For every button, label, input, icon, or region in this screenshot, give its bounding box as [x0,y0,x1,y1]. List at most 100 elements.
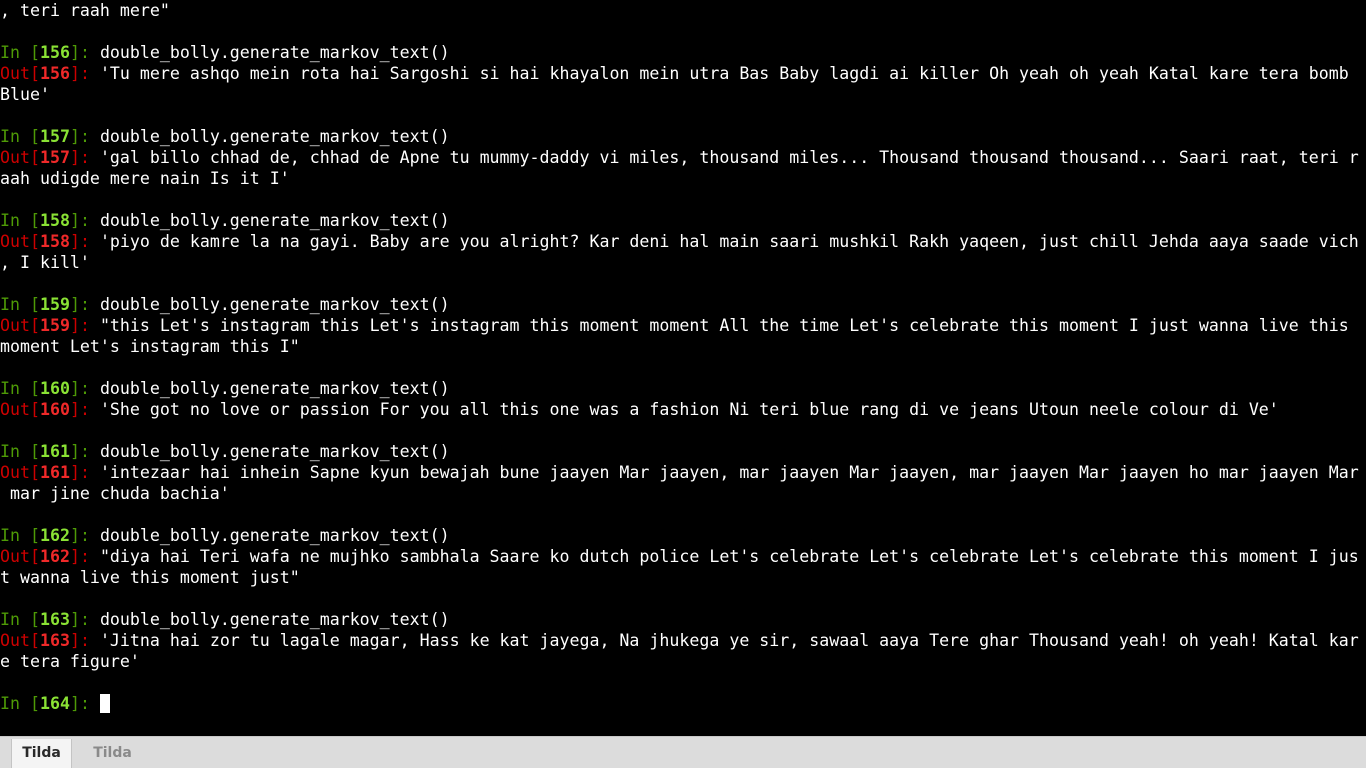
output-text: "diya hai Teri wafa ne mujhko sambhala S… [99,547,1359,566]
input-line: In [158]: double_bolly.generate_markov_t… [0,210,1366,231]
output-text: 'She got no love or passion For you all … [99,400,1279,419]
output-line: Out[157]: 'gal billo chhad de, chhad de … [0,147,1366,168]
input-code: double_bolly.generate_markov_text() [99,295,450,314]
output-text: , I kill' [0,253,90,272]
input-code: double_bolly.generate_markov_text() [99,379,450,398]
in-prompt-label: In [ [0,379,40,398]
input-line: In [163]: double_bolly.generate_markov_t… [0,609,1366,630]
in-prompt-number: 164 [39,694,70,713]
out-prompt-close: ]: [69,64,100,83]
out-prompt-label: Out[ [0,148,40,167]
output-text: 'intezaar hai inhein Sapne kyun bewajah … [99,463,1359,482]
output-text: Blue' [0,85,50,104]
out-prompt-number: 162 [39,547,70,566]
out-prompt-number: 157 [39,148,70,167]
out-prompt-label: Out[ [0,400,40,419]
output-line: moment Let's instagram this I" [0,336,1366,357]
out-prompt-number: 160 [39,400,70,419]
output-line: mar jine chuda bachia' [0,483,1366,504]
in-prompt-close: ]: [69,43,100,62]
input-code: double_bolly.generate_markov_text() [99,43,450,62]
in-prompt-number: 163 [39,610,70,629]
text-cursor [99,694,110,713]
output-line: t wanna live this moment just" [0,567,1366,588]
out-prompt-label: Out[ [0,631,40,650]
output-line: Out[158]: 'piyo de kamre la na gayi. Bab… [0,231,1366,252]
out-prompt-label: Out[ [0,64,40,83]
output-line: Out[161]: 'intezaar hai inhein Sapne kyu… [0,462,1366,483]
out-prompt-number: 163 [39,631,70,650]
in-prompt-number: 157 [39,127,70,146]
in-prompt-close: ]: [69,295,100,314]
in-prompt-close: ]: [69,211,100,230]
out-prompt-number: 161 [39,463,70,482]
out-prompt-close: ]: [69,631,100,650]
out-prompt-label: Out[ [0,463,40,482]
output-text: e tera figure' [0,652,140,671]
terminal-output[interactable]: , teri raah mere" In [156]: double_bolly.… [0,0,1366,736]
in-prompt-label: In [ [0,694,40,713]
in-prompt-close: ]: [69,610,100,629]
out-prompt-number: 159 [39,316,70,335]
in-prompt-label: In [ [0,526,40,545]
in-prompt-label: In [ [0,43,40,62]
output-line: , I kill' [0,252,1366,273]
out-prompt-close: ]: [69,400,100,419]
input-line: In [157]: double_bolly.generate_markov_t… [0,126,1366,147]
output-line: Out[163]: 'Jitna hai zor tu lagale magar… [0,630,1366,651]
in-prompt-close: ]: [69,526,100,545]
input-code: double_bolly.generate_markov_text() [99,211,450,230]
output-line: e tera figure' [0,651,1366,672]
in-prompt-label: In [ [0,295,40,314]
in-prompt-number: 160 [39,379,70,398]
output-line: aah udigde mere nain Is it I' [0,168,1366,189]
in-prompt-close: ]: [69,694,100,713]
out-prompt-label: Out[ [0,547,40,566]
in-prompt-label: In [ [0,442,40,461]
input-line: In [162]: double_bolly.generate_markov_t… [0,525,1366,546]
in-prompt-close: ]: [69,127,100,146]
current-input-line[interactable]: In [164]: [0,693,1366,714]
input-code: double_bolly.generate_markov_text() [99,526,450,545]
output-text: 'Tu mere ashqo mein rota hai Sargoshi si… [99,64,1349,83]
in-prompt-close: ]: [69,442,100,461]
output-text: 'piyo de kamre la na gayi. Baby are you … [99,232,1359,251]
input-code: double_bolly.generate_markov_text() [99,442,450,461]
output-line: , teri raah mere" [0,0,1366,21]
input-code: double_bolly.generate_markov_text() [99,127,450,146]
in-prompt-label: In [ [0,211,40,230]
in-prompt-close: ]: [69,379,100,398]
input-code: double_bolly.generate_markov_text() [99,610,450,629]
in-prompt-label: In [ [0,610,40,629]
input-line: In [156]: double_bolly.generate_markov_t… [0,42,1366,63]
in-prompt-number: 162 [39,526,70,545]
output-text: 'gal billo chhad de, chhad de Apne tu mu… [99,148,1359,167]
out-prompt-label: Out[ [0,316,40,335]
output-text: aah udigde mere nain Is it I' [0,169,290,188]
output-line: Blue' [0,84,1366,105]
output-text: "this Let's instagram this Let's instagr… [99,316,1349,335]
out-prompt-close: ]: [69,148,100,167]
output-text: t wanna live this moment just" [0,568,300,587]
output-text: mar jine chuda bachia' [0,484,230,503]
out-prompt-close: ]: [69,232,100,251]
input-line: In [161]: double_bolly.generate_markov_t… [0,441,1366,462]
tab-tilda-1[interactable]: Tilda [11,739,72,768]
in-prompt-number: 156 [39,43,70,62]
output-line: Out[162]: "diya hai Teri wafa ne mujhko … [0,546,1366,567]
input-line: In [159]: double_bolly.generate_markov_t… [0,294,1366,315]
out-prompt-close: ]: [69,316,100,335]
output-line: Out[160]: 'She got no love or passion Fo… [0,399,1366,420]
tab-tilda-2[interactable]: Tilda [82,739,143,768]
out-prompt-number: 158 [39,232,70,251]
input-line: In [160]: double_bolly.generate_markov_t… [0,378,1366,399]
